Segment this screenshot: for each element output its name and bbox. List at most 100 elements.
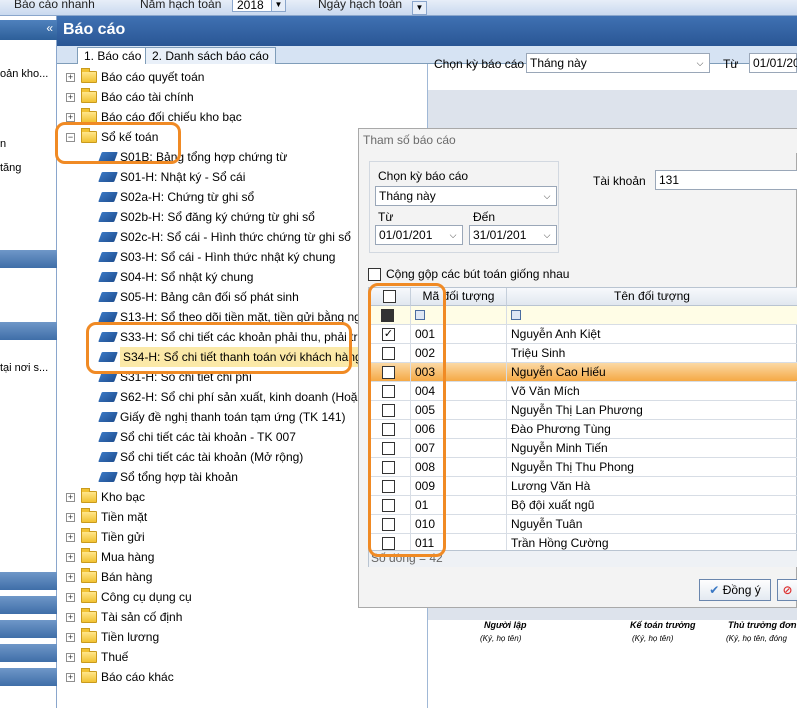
folder-icon xyxy=(81,88,97,103)
dialog-period-label: Chọn kỳ báo cáo xyxy=(378,169,469,183)
tree-node-label: Tài sản cố định xyxy=(101,610,183,624)
tree-node[interactable]: + Tài sản cố định xyxy=(60,607,426,627)
expand-node-icon[interactable]: + xyxy=(66,653,75,662)
signature-head-sub: (Ký, họ tên, đóng xyxy=(726,634,787,643)
folder-icon xyxy=(81,68,97,83)
left-nav-item[interactable]: tăng xyxy=(0,162,21,174)
left-nav-section[interactable] xyxy=(0,668,57,686)
filter-name-cell[interactable] xyxy=(507,306,797,325)
object-name-cell[interactable]: Bộ đội xuất ngũ xyxy=(507,496,797,515)
top-toolbar: Báo cáo nhanh Năm hạch toán 2018 ▼ Ngày … xyxy=(0,0,797,16)
check-icon: ✔ xyxy=(709,583,720,597)
tree-node-label: Giấy đề nghị thanh toán tạm ứng (TK 141) xyxy=(120,410,346,424)
expand-node-icon[interactable]: + xyxy=(66,533,75,542)
left-nav-section[interactable] xyxy=(0,572,57,590)
period-label: Chọn kỳ báo cáo xyxy=(434,57,525,71)
left-nav-section[interactable] xyxy=(0,322,57,340)
dialog-from-value: 01/01/201 xyxy=(379,228,433,242)
tree-node-label: Sổ tổng hợp tài khoản xyxy=(120,470,238,484)
column-name[interactable]: Tên đối tượng xyxy=(507,288,797,306)
expand-node-icon[interactable]: + xyxy=(66,553,75,562)
expand-node-icon[interactable]: + xyxy=(66,613,75,622)
period-select[interactable]: Tháng này ⌵ xyxy=(526,53,710,73)
folder-icon xyxy=(81,548,97,563)
left-nav-section[interactable] xyxy=(0,620,57,638)
signature-preparer: Người lập xyxy=(484,620,527,630)
report-fast-button[interactable]: Báo cáo nhanh xyxy=(14,0,95,11)
expand-node-icon[interactable]: + xyxy=(66,93,75,102)
dialog-period-value: Tháng này xyxy=(379,189,436,203)
report-book-icon xyxy=(98,472,118,482)
tree-node[interactable]: + Báo cáo tài chính xyxy=(60,87,426,107)
year-dropdown-icon[interactable]: ▼ xyxy=(271,0,286,12)
dialog-title: Tham số báo cáo xyxy=(359,129,797,153)
left-nav-section[interactable] xyxy=(0,596,57,614)
from-label: Từ xyxy=(723,57,739,71)
expand-node-icon[interactable]: + xyxy=(66,673,75,682)
report-header: Báo cáo xyxy=(57,16,797,46)
tree-node[interactable]: + Thuế xyxy=(60,647,426,667)
object-name-cell[interactable]: Đào Phương Tùng xyxy=(507,420,797,439)
tree-node-label: Thuế xyxy=(101,650,129,664)
tab-report-list[interactable]: 2. Danh sách báo cáo xyxy=(145,47,276,64)
chevron-down-icon[interactable]: ⌵ xyxy=(540,188,554,204)
cancel-button[interactable]: ⊘ xyxy=(777,579,797,601)
signature-chief-accountant: Kế toán trưởng xyxy=(630,620,696,630)
year-select[interactable]: 2018 xyxy=(232,0,272,12)
expand-node-icon[interactable]: + xyxy=(66,113,75,122)
object-name-cell[interactable]: Nguyễn Thị Thu Phong xyxy=(507,458,797,477)
tree-node[interactable]: + Báo cáo khác xyxy=(60,667,426,687)
folder-icon xyxy=(81,608,97,623)
object-name-cell[interactable]: Nguyễn Tuân xyxy=(507,515,797,534)
tree-node-label: Kho bạc xyxy=(101,490,146,504)
collapse-icon[interactable]: « xyxy=(46,21,53,35)
tree-node[interactable]: + Tiền lương xyxy=(60,627,426,647)
left-nav-item[interactable]: tại nơi s... xyxy=(0,362,48,374)
chevron-down-icon[interactable]: ⌵ xyxy=(446,227,460,243)
object-name-cell[interactable]: Nguyễn Thị Lan Phương xyxy=(507,401,797,420)
object-name-cell[interactable]: Triệu Sinh xyxy=(507,344,797,363)
signature-preparer-sub: (Ký, họ tên) xyxy=(480,634,522,643)
chevron-down-icon[interactable]: ⌵ xyxy=(540,227,554,243)
expand-node-icon[interactable]: + xyxy=(66,513,75,522)
expand-node-icon[interactable]: + xyxy=(66,73,75,82)
expand-node-icon[interactable]: + xyxy=(66,573,75,582)
tree-node-label: S03-H: Sổ cái - Hình thức nhật ký chung xyxy=(120,250,336,264)
merge-checkbox[interactable] xyxy=(368,268,381,281)
expand-node-icon[interactable]: + xyxy=(66,633,75,642)
expand-node-icon[interactable]: + xyxy=(66,593,75,602)
left-nav-item[interactable]: oản kho... xyxy=(0,68,48,80)
page-title: Báo cáo xyxy=(63,21,126,38)
tree-node-label: Báo cáo khác xyxy=(101,670,174,684)
chevron-down-icon[interactable]: ⌵ xyxy=(693,55,707,71)
left-nav-header: « xyxy=(0,20,57,40)
folder-icon xyxy=(81,588,97,603)
ok-button[interactable]: ✔ Đồng ý xyxy=(699,579,771,601)
account-input[interactable]: 131 xyxy=(655,170,797,190)
tree-node-label: S02a-H: Chứng từ ghi sổ xyxy=(120,190,255,204)
object-name-cell[interactable]: Võ Văn Mích xyxy=(507,382,797,401)
expand-node-icon[interactable]: + xyxy=(66,493,75,502)
filter-icon[interactable] xyxy=(511,310,521,320)
object-name-cell[interactable]: Lương Văn Hà xyxy=(507,477,797,496)
object-name-cell[interactable]: Nguyễn Anh Kiệt xyxy=(507,325,797,344)
annotation-highlight xyxy=(86,322,352,374)
report-book-icon xyxy=(98,412,118,422)
period-value: Tháng này xyxy=(530,56,587,70)
object-name-cell[interactable]: Nguyễn Cao Hiếu xyxy=(507,363,797,382)
left-nav-item[interactable]: n xyxy=(0,138,6,150)
dialog-period-select[interactable]: Tháng này ⌵ xyxy=(375,186,557,206)
folder-icon xyxy=(81,528,97,543)
from-date-input[interactable]: 01/01/201 xyxy=(749,53,797,73)
toolbar-overflow-icon[interactable]: ▼ xyxy=(412,1,427,15)
left-nav-section[interactable] xyxy=(0,250,57,268)
object-name-cell[interactable]: Nguyễn Minh Tiến xyxy=(507,439,797,458)
left-nav-section[interactable] xyxy=(0,644,57,662)
tab-report[interactable]: 1. Báo cáo xyxy=(77,47,149,64)
folder-icon xyxy=(81,508,97,523)
tree-node[interactable]: + Báo cáo quyết toán xyxy=(60,67,426,87)
annotation-highlight xyxy=(55,122,181,164)
merge-label: Cộng gộp các bút toán giống nhau xyxy=(386,267,570,281)
dialog-to-date[interactable]: 31/01/201 ⌵ xyxy=(469,225,557,245)
dialog-from-date[interactable]: 01/01/201 ⌵ xyxy=(375,225,463,245)
